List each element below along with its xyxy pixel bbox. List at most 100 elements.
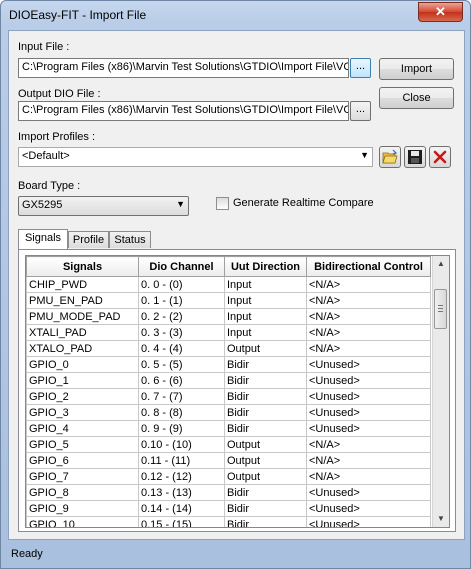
cell-signal[interactable]: XTALI_PAD — [26, 324, 139, 341]
table-row[interactable]: GPIO_0 0. 5 - (5) Bidir <Unused> — [26, 356, 431, 373]
cell-signal[interactable]: GPIO_8 — [26, 484, 139, 501]
cell-uut-direction[interactable]: Output — [224, 468, 307, 485]
grid-vertical-scrollbar[interactable]: ▲ ▼ — [432, 256, 449, 527]
table-row[interactable]: XTALI_PAD 0. 3 - (3) Input <N/A> — [26, 324, 431, 341]
column-header-signals[interactable]: Signals — [26, 256, 139, 277]
cell-dio-channel[interactable]: 0.11 - (11) — [138, 452, 225, 469]
import-profiles-combo[interactable]: <Default> ▼ — [18, 147, 373, 167]
window-close-button[interactable]: ✕ — [418, 2, 463, 22]
cell-signal[interactable]: GPIO_2 — [26, 388, 139, 405]
cell-bidirectional-control[interactable]: <Unused> — [306, 404, 431, 421]
open-profile-button[interactable] — [379, 146, 401, 168]
cell-bidirectional-control[interactable]: <Unused> — [306, 500, 431, 517]
cell-uut-direction[interactable]: Bidir — [224, 388, 307, 405]
cell-uut-direction[interactable]: Input — [224, 292, 307, 309]
cell-bidirectional-control[interactable]: <Unused> — [306, 356, 431, 373]
column-header-uut-direction[interactable]: Uut Direction — [224, 256, 307, 277]
cell-dio-channel[interactable]: 0. 3 - (3) — [138, 324, 225, 341]
output-file-browse-button[interactable]: ... — [350, 101, 371, 121]
table-row[interactable]: GPIO_8 0.13 - (13) Bidir <Unused> — [26, 484, 431, 501]
tab-signals[interactable]: Signals — [18, 229, 68, 249]
cell-signal[interactable]: XTALO_PAD — [26, 340, 139, 357]
save-profile-button[interactable] — [404, 146, 426, 168]
cell-uut-direction[interactable]: Input — [224, 276, 307, 293]
cell-uut-direction[interactable]: Bidir — [224, 356, 307, 373]
cell-uut-direction[interactable]: Output — [224, 452, 307, 469]
cell-dio-channel[interactable]: 0.14 - (14) — [138, 500, 225, 517]
table-row[interactable]: GPIO_1 0. 6 - (6) Bidir <Unused> — [26, 372, 431, 389]
cell-dio-channel[interactable]: 0. 4 - (4) — [138, 340, 225, 357]
cell-bidirectional-control[interactable]: <N/A> — [306, 292, 431, 309]
table-row[interactable]: PMU_MODE_PAD 0. 2 - (2) Input <N/A> — [26, 308, 431, 325]
cell-uut-direction[interactable]: Output — [224, 436, 307, 453]
cell-dio-channel[interactable]: 0.10 - (10) — [138, 436, 225, 453]
cell-dio-channel[interactable]: 0.12 - (12) — [138, 468, 225, 485]
cell-dio-channel[interactable]: 0. 7 - (7) — [138, 388, 225, 405]
cell-bidirectional-control[interactable]: <Unused> — [306, 388, 431, 405]
cell-bidirectional-control[interactable]: <Unused> — [306, 420, 431, 437]
cell-signal[interactable]: GPIO_1 — [26, 372, 139, 389]
table-row[interactable]: XTALO_PAD 0. 4 - (4) Output <N/A> — [26, 340, 431, 357]
cell-signal[interactable]: CHIP_PWD — [26, 276, 139, 293]
close-button[interactable]: Close — [379, 87, 454, 109]
table-row[interactable]: GPIO_2 0. 7 - (7) Bidir <Unused> — [26, 388, 431, 405]
cell-uut-direction[interactable]: Bidir — [224, 404, 307, 421]
cell-dio-channel[interactable]: 0. 0 - (0) — [138, 276, 225, 293]
input-file-browse-button[interactable]: ... — [350, 58, 371, 78]
board-type-select[interactable]: GX5295 ▼ — [18, 196, 189, 216]
cell-uut-direction[interactable]: Bidir — [224, 516, 307, 527]
cell-uut-direction[interactable]: Bidir — [224, 372, 307, 389]
cell-dio-channel[interactable]: 0. 9 - (9) — [138, 420, 225, 437]
table-row[interactable]: GPIO_9 0.14 - (14) Bidir <Unused> — [26, 500, 431, 517]
cell-bidirectional-control[interactable]: <N/A> — [306, 340, 431, 357]
scroll-down-icon[interactable]: ▼ — [433, 511, 449, 527]
title-bar[interactable]: DIOEasy-FIT - Import File ✕ — [1, 1, 470, 29]
table-row[interactable]: PMU_EN_PAD 0. 1 - (1) Input <N/A> — [26, 292, 431, 309]
column-header-bidirectional-control[interactable]: Bidirectional Control — [306, 256, 431, 277]
cell-signal[interactable]: GPIO_6 — [26, 452, 139, 469]
cell-uut-direction[interactable]: Input — [224, 324, 307, 341]
cell-bidirectional-control[interactable]: <N/A> — [306, 276, 431, 293]
signals-grid[interactable]: Signals Dio Channel Uut Direction Bidire… — [25, 255, 450, 528]
cell-signal[interactable]: GPIO_3 — [26, 404, 139, 421]
table-row[interactable]: CHIP_PWD 0. 0 - (0) Input <N/A> — [26, 276, 431, 293]
cell-bidirectional-control[interactable]: <N/A> — [306, 324, 431, 341]
cell-dio-channel[interactable]: 0. 8 - (8) — [138, 404, 225, 421]
cell-uut-direction[interactable]: Output — [224, 340, 307, 357]
cell-signal[interactable]: GPIO_0 — [26, 356, 139, 373]
table-row[interactable]: GPIO_3 0. 8 - (8) Bidir <Unused> — [26, 404, 431, 421]
cell-signal[interactable]: GPIO_4 — [26, 420, 139, 437]
cell-bidirectional-control[interactable]: <Unused> — [306, 516, 431, 527]
scroll-thumb[interactable] — [434, 289, 447, 329]
delete-profile-button[interactable] — [429, 146, 451, 168]
cell-dio-channel[interactable]: 0. 1 - (1) — [138, 292, 225, 309]
cell-bidirectional-control[interactable]: <Unused> — [306, 484, 431, 501]
table-row[interactable]: GPIO_10 0.15 - (15) Bidir <Unused> — [26, 516, 431, 527]
cell-bidirectional-control[interactable]: <N/A> — [306, 308, 431, 325]
cell-signal[interactable]: PMU_EN_PAD — [26, 292, 139, 309]
cell-uut-direction[interactable]: Bidir — [224, 420, 307, 437]
cell-uut-direction[interactable]: Input — [224, 308, 307, 325]
cell-dio-channel[interactable]: 0. 6 - (6) — [138, 372, 225, 389]
realtime-compare-checkbox[interactable] — [216, 197, 229, 210]
table-row[interactable]: GPIO_4 0. 9 - (9) Bidir <Unused> — [26, 420, 431, 437]
cell-signal[interactable]: GPIO_5 — [26, 436, 139, 453]
scroll-up-icon[interactable]: ▲ — [433, 256, 449, 272]
input-file-field[interactable]: C:\Program Files (x86)\Marvin Test Solut… — [18, 58, 349, 78]
cell-dio-channel[interactable]: 0. 5 - (5) — [138, 356, 225, 373]
table-row[interactable]: GPIO_7 0.12 - (12) Output <N/A> — [26, 468, 431, 485]
cell-uut-direction[interactable]: Bidir — [224, 484, 307, 501]
column-header-dio-channel[interactable]: Dio Channel — [138, 256, 225, 277]
table-row[interactable]: GPIO_6 0.11 - (11) Output <N/A> — [26, 452, 431, 469]
cell-bidirectional-control[interactable]: <N/A> — [306, 436, 431, 453]
cell-bidirectional-control[interactable]: <N/A> — [306, 452, 431, 469]
cell-signal[interactable]: GPIO_7 — [26, 468, 139, 485]
tab-profile[interactable]: Profile — [68, 231, 109, 248]
cell-bidirectional-control[interactable]: <Unused> — [306, 372, 431, 389]
cell-dio-channel[interactable]: 0.15 - (15) — [138, 516, 225, 527]
cell-uut-direction[interactable]: Bidir — [224, 500, 307, 517]
cell-dio-channel[interactable]: 0.13 - (13) — [138, 484, 225, 501]
cell-bidirectional-control[interactable]: <N/A> — [306, 468, 431, 485]
cell-dio-channel[interactable]: 0. 2 - (2) — [138, 308, 225, 325]
tab-status[interactable]: Status — [109, 231, 151, 248]
